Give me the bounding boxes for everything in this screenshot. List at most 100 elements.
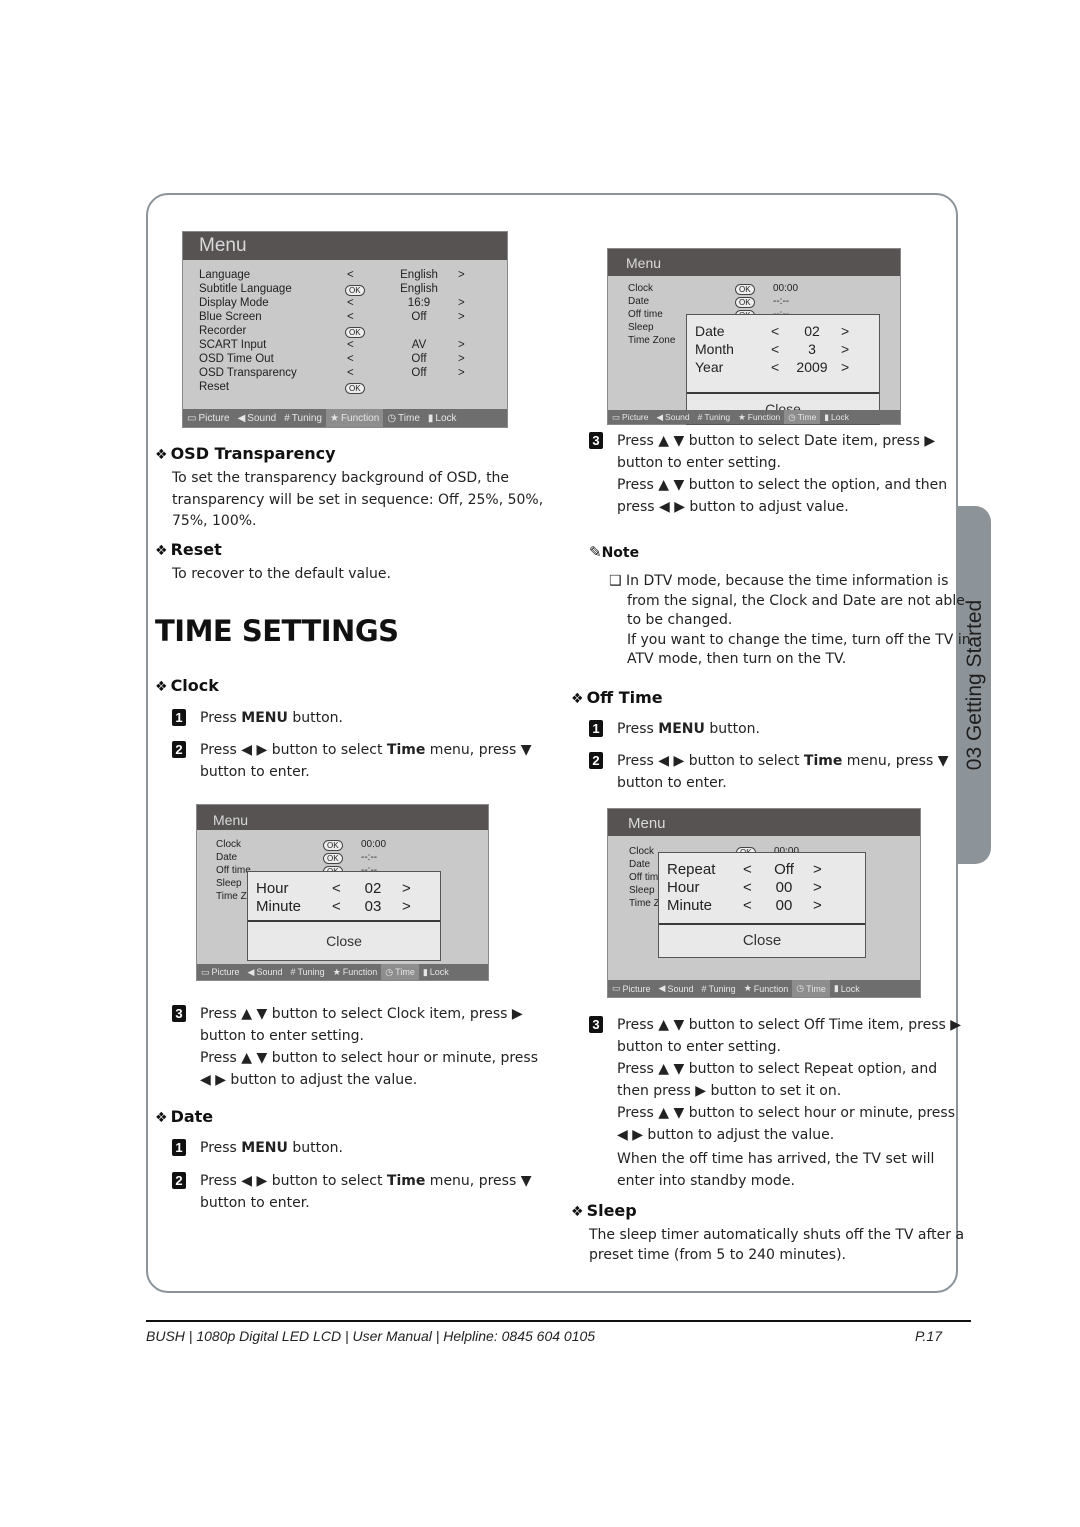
osd-tab-tuning: # Tuning [697, 412, 731, 422]
picture-icon: ▭ [201, 966, 210, 977]
osd-title-bar: Menu [183, 232, 507, 260]
increase-arrow[interactable]: > [841, 359, 849, 375]
osd-tab-function: ★ Function [325, 409, 384, 427]
osd-tab-function: ★ Function [743, 983, 789, 994]
picture-icon: ▭ [612, 983, 621, 993]
grid-icon: # [697, 412, 703, 422]
reset-body: To recover to the default value. [172, 566, 391, 582]
star-icon: ★ [738, 411, 746, 422]
decrease-arrow[interactable]: < [743, 861, 752, 878]
clock-popup: Hour <02 > Minute <03 > Close [247, 871, 441, 961]
osd-tab-tuning: # Tuning [284, 412, 322, 424]
osd-tab-sound: ◀ Sound [656, 411, 690, 423]
off-time-popup: Repeat < Off > Hour <00 > Minute <00 > Close [658, 852, 866, 958]
osd-tab-sound: ◀ Sound [247, 966, 283, 978]
speaker-icon: ◀ [656, 411, 664, 422]
decrease-arrow[interactable]: < [332, 898, 341, 915]
footer-text: BUSH | 1080p Digital LED LCD | User Manu… [146, 1328, 596, 1344]
lock-icon: ▮ [824, 411, 829, 422]
sleep-body: The sleep timer automatically shuts off … [589, 1227, 965, 1263]
off-time-menu-screenshot: Menu ClockOK00:00DateOK--:--Off timeOK--… [607, 808, 921, 998]
osd-tab-bar: ▭ Picture ◀ Sound # Tuning ★ Function ◷ Time ▮ Lock [608, 410, 900, 424]
ok-badge: OK [735, 297, 755, 308]
ok-badge: OK [735, 284, 755, 295]
picture-icon: ▭ [187, 412, 197, 424]
star-icon: ★ [743, 983, 752, 993]
decrease-arrow[interactable]: < [771, 323, 779, 339]
increase-arrow[interactable]: > [813, 861, 822, 878]
osd-tab-time: ◷ Time [387, 412, 420, 424]
bullet-icon: ❖ [155, 679, 168, 695]
osd-tab-lock: ▮ Lock [427, 412, 457, 424]
osd-tab-sound: ◀ Sound [237, 412, 277, 424]
increase-arrow[interactable]: > [813, 879, 822, 896]
decrease-arrow[interactable]: < [743, 897, 752, 914]
bullet-icon: ❖ [571, 691, 584, 707]
clock-icon: ◷ [788, 411, 796, 422]
osd-transparency-body: To set the transparency background of OS… [172, 470, 544, 529]
step-number: 2 [172, 1172, 186, 1189]
osd-title: Menu [626, 255, 662, 271]
grid-icon: # [701, 983, 707, 994]
increase-arrow[interactable]: > [813, 897, 822, 914]
speaker-icon: ◀ [247, 966, 255, 977]
close-button[interactable]: Close [659, 923, 865, 957]
increase-arrow[interactable]: > [841, 323, 849, 339]
picture-icon: ▭ [612, 411, 621, 422]
osd-tab-time: ◷ Time [784, 410, 821, 424]
step-number: 3 [589, 1016, 603, 1033]
date-popup: Date <02 > Month <3 > Year <2009 > Close [686, 314, 880, 425]
ok-badge: OK [345, 383, 365, 394]
osd-tab-lock: ▮ Lock [422, 966, 449, 978]
osd-title: Menu [628, 815, 666, 832]
step-number: 2 [589, 752, 603, 769]
decrease-arrow[interactable]: < [771, 359, 779, 375]
star-icon: ★ [332, 966, 341, 977]
clock-menu-screenshot: Menu ClockOK00:00DateOK--:--Off timeOK--… [196, 804, 489, 981]
osd-tab-function: ★ Function [738, 411, 781, 423]
date-menu-screenshot: Menu ClockOK00:00DateOK--:--Off timeOK--… [607, 248, 901, 425]
osd-title: Menu [213, 812, 249, 828]
osd-transparency-heading: ❖ OSD Transparency [155, 444, 336, 463]
osd-title-bar: Menu [197, 805, 488, 830]
speaker-icon: ◀ [237, 412, 246, 424]
close-button[interactable]: Close [248, 920, 440, 960]
ok-badge: OK [345, 285, 365, 296]
osd-title-bar: Menu [608, 249, 900, 276]
step-number: 2 [172, 741, 186, 758]
step-number: 1 [172, 709, 186, 726]
osd-tab-lock: ▮ Lock [833, 983, 860, 994]
step-number: 1 [172, 1139, 186, 1156]
sleep-heading: ❖ Sleep [571, 1201, 637, 1220]
osd-tab-function: ★ Function [332, 966, 378, 978]
osd-tab-picture: ▭ Picture [612, 411, 649, 423]
reset-heading: ❖ Reset [155, 540, 222, 559]
star-icon: ★ [329, 412, 339, 424]
page-number: P.17 [915, 1328, 942, 1344]
note-body: ❑ In DTV mode, because the time informat… [609, 573, 971, 668]
lock-icon: ▮ [427, 412, 434, 424]
increase-arrow[interactable]: > [841, 341, 849, 357]
osd-tab-picture: ▭ Picture [201, 966, 240, 978]
osd-tab-picture: ▭ Picture [187, 412, 230, 424]
decrease-arrow[interactable]: < [771, 341, 779, 357]
lock-icon: ▮ [422, 966, 428, 977]
osd-title-bar: Menu [608, 809, 920, 836]
section-title: TIME SETTINGS [155, 614, 399, 648]
pencil-icon: ✎ [589, 543, 602, 561]
osd-tab-bar: ▭ Picture ◀ Sound # Tuning ★ Function ◷ Time ▮ Lock [197, 964, 488, 980]
chapter-tab: 03 Getting Started [958, 506, 991, 864]
osd-title: Menu [199, 235, 247, 256]
off-time-heading: ❖ Off Time [571, 688, 663, 707]
decrease-arrow[interactable]: < [332, 880, 341, 897]
increase-arrow[interactable]: > [402, 898, 411, 915]
ok-badge: OK [323, 840, 343, 851]
footer-rule [146, 1320, 971, 1322]
osd-tab-tuning: # Tuning [701, 983, 736, 994]
osd-tab-bar: ▭ Picture ◀ Sound # Tuning ★ Function ◷ Time ▮ Lock [608, 980, 920, 997]
step-number: 3 [172, 1005, 186, 1022]
decrease-arrow[interactable]: < [743, 879, 752, 896]
increase-arrow[interactable]: > [402, 880, 411, 897]
function-menu-screenshot: Menu Language < English > Subtitle Language O… [182, 231, 508, 428]
clock-heading: ❖ Clock [155, 676, 219, 695]
